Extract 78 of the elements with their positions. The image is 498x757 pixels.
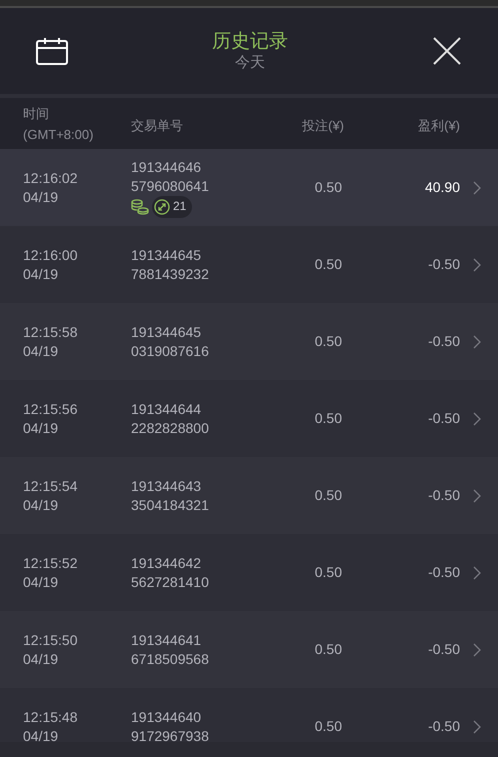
chevron-right-icon bbox=[473, 180, 481, 194]
order-number: 7881439232 bbox=[131, 264, 210, 284]
profit-amount: -0.50 bbox=[428, 487, 460, 503]
time-text: 12:15:58 bbox=[23, 322, 78, 342]
close-button[interactable] bbox=[432, 36, 462, 66]
stake-amount: 0.50 bbox=[314, 487, 342, 503]
date-text: 04/19 bbox=[23, 418, 60, 438]
record-row[interactable]: 12:16:02 04/19 191344646 5796080641 21 0.50 40.90 bbox=[0, 149, 498, 226]
calendar-button[interactable] bbox=[36, 36, 68, 66]
time-text: 12:16:02 bbox=[23, 168, 78, 188]
date-subtitle: 今天 bbox=[235, 54, 265, 72]
column-header: 时间 bbox=[23, 104, 50, 122]
record-row[interactable]: 12:15:48 04/19 191344640 9172967938 0.50 -0.50 bbox=[0, 688, 498, 742]
date-text: 04/19 bbox=[23, 342, 60, 360]
chevron-right-icon bbox=[473, 488, 481, 502]
order-number: 191344640 bbox=[131, 708, 202, 726]
stake-amount: 0.50 bbox=[314, 564, 342, 580]
time-text: 12:15:50 bbox=[23, 630, 78, 650]
time-text: 12:15:48 bbox=[23, 708, 78, 726]
date-text: 04/19 bbox=[23, 264, 60, 284]
record-row[interactable]: 12:15:54 04/19 191344643 3504184321 0.50 -0.50 bbox=[0, 457, 498, 534]
chevron-right-icon bbox=[473, 642, 481, 656]
profit-amount: 40.90 bbox=[424, 179, 460, 195]
page-title: 历史记录 bbox=[212, 30, 288, 54]
time-text: 12:15:54 bbox=[23, 476, 78, 496]
order-number: 5796080641 bbox=[131, 176, 210, 196]
chevron-right-icon bbox=[473, 258, 481, 272]
chevron-right-icon bbox=[473, 412, 481, 426]
order-number: 5627281410 bbox=[131, 572, 210, 592]
date-text: 04/19 bbox=[23, 188, 60, 206]
date-text: 04/19 bbox=[23, 496, 60, 514]
time-text: 12:15:52 bbox=[23, 554, 78, 572]
chevron-right-icon bbox=[473, 566, 481, 580]
stake-amount: 0.50 bbox=[314, 256, 342, 272]
date-text: 04/19 bbox=[23, 650, 60, 668]
order-number: 191344642 bbox=[131, 554, 202, 572]
order-number: 191344645 bbox=[131, 322, 202, 342]
order-number: 2282828800 bbox=[131, 418, 210, 438]
order-number: 0319087616 bbox=[131, 342, 210, 360]
order-number: 3504184321 bbox=[131, 496, 210, 514]
record-row[interactable]: 12:15:50 04/19 191344641 6718509568 0.50 -0.50 bbox=[0, 611, 498, 688]
stake-amount: 0.50 bbox=[314, 641, 342, 657]
multiplier-count: 21 bbox=[173, 198, 186, 215]
record-row[interactable]: 12:15:56 04/19 191344644 2282828800 0.50 -0.50 bbox=[0, 380, 498, 457]
calendar-icon bbox=[36, 37, 68, 65]
chevron-right-icon bbox=[473, 720, 481, 734]
time-text: 12:15:56 bbox=[23, 400, 78, 418]
date-text: 04/19 bbox=[23, 572, 60, 592]
profit-amount: -0.50 bbox=[428, 410, 460, 426]
chevron-right-icon bbox=[473, 334, 481, 348]
stake-amount: 0.50 bbox=[314, 333, 342, 349]
order-number: 191344645 bbox=[131, 246, 202, 264]
profit-amount: -0.50 bbox=[428, 333, 460, 349]
order-number: 191344646 bbox=[131, 158, 202, 176]
time-text: 12:16:00 bbox=[23, 246, 78, 264]
order-number: 9172967938 bbox=[131, 726, 210, 742]
profit-amount: -0.50 bbox=[428, 641, 460, 657]
record-row[interactable]: 12:15:52 04/19 191344642 5627281410 0.50 -0.50 bbox=[0, 534, 498, 611]
close-icon bbox=[433, 37, 461, 65]
order-number: 191344643 bbox=[131, 476, 202, 496]
stake-amount: 0.50 bbox=[314, 179, 342, 195]
column-header: 盈利(¥) bbox=[418, 118, 460, 133]
coins-icon bbox=[131, 198, 149, 214]
order-number: 191344641 bbox=[131, 630, 202, 650]
column-header: 交易单号 bbox=[131, 118, 183, 133]
date-text: 04/19 bbox=[23, 726, 60, 742]
column-header: 投注(¥) bbox=[302, 118, 344, 133]
order-number: 191344644 bbox=[131, 400, 202, 418]
order-number: 6718509568 bbox=[131, 650, 210, 668]
stake-amount: 0.50 bbox=[314, 718, 342, 734]
stake-amount: 0.50 bbox=[314, 410, 342, 426]
profit-amount: -0.50 bbox=[428, 256, 460, 272]
profit-amount: -0.50 bbox=[428, 564, 460, 580]
profit-amount: -0.50 bbox=[428, 718, 460, 734]
column-subheader: (GMT+8:00) bbox=[23, 126, 94, 144]
arrows-circle-icon bbox=[154, 198, 170, 214]
record-row[interactable]: 12:16:00 04/19 191344645 7881439232 0.50 -0.50 bbox=[0, 226, 498, 303]
record-row[interactable]: 12:15:58 04/19 191344645 0319087616 0.50 -0.50 bbox=[0, 303, 498, 380]
